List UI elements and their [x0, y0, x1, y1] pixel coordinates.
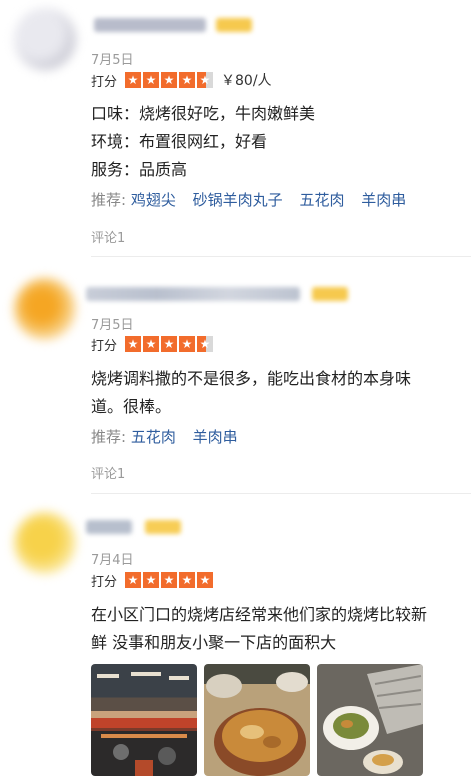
rating-label: 打分	[91, 338, 118, 354]
star-icon	[179, 571, 196, 589]
review-text-line: 烧烤调料撒的不是很多，能吃出食材的本身味	[91, 369, 412, 388]
restaurant-interior-image	[91, 672, 197, 776]
rating-row: 打分 ￥80/人	[91, 71, 272, 90]
star-icon	[161, 571, 178, 589]
username[interactable]	[86, 287, 300, 301]
recommended-dish-link[interactable]: 羊肉串	[193, 428, 238, 446]
rating-label: 打分	[91, 574, 118, 590]
star-icon	[143, 71, 160, 89]
recommended-dish-link[interactable]: 五花肉	[299, 191, 344, 209]
review-date: 7月5日	[91, 318, 134, 333]
review-photo[interactable]	[204, 664, 310, 776]
divider	[91, 256, 471, 257]
avatar[interactable]	[14, 278, 76, 340]
star-icon	[161, 71, 178, 89]
rating-row: 打分	[91, 335, 214, 354]
username[interactable]	[86, 520, 132, 534]
user-level-badge	[145, 520, 181, 534]
star-rating	[125, 335, 214, 353]
clay-pot-dish-image	[206, 672, 308, 776]
comment-count-link[interactable]: 评论1	[91, 227, 125, 246]
star-rating	[125, 71, 214, 89]
recommended-dish-link[interactable]: 五花肉	[131, 428, 176, 446]
star-icon	[125, 335, 142, 353]
recommended-dish-link[interactable]: 羊肉串	[361, 191, 406, 209]
review-text-line: 道。很棒。	[91, 397, 172, 416]
comment-count-link[interactable]: 评论1	[91, 463, 125, 482]
review-text-line: 鲜 没事和朋友小聚一下店的面积大	[91, 633, 337, 652]
half-star-icon	[197, 335, 214, 353]
recommended-dish-link[interactable]: 砂锅羊肉丸子	[193, 191, 283, 209]
recommended-dish-link[interactable]: 鸡翅尖	[131, 191, 176, 209]
avatar[interactable]	[14, 8, 76, 70]
star-icon	[197, 571, 214, 589]
user-level-badge	[312, 287, 348, 301]
review-text-line: 在小区门口的烧烤店经常来他们家的烧烤比较新	[91, 605, 428, 624]
star-rating	[125, 571, 214, 589]
review-date: 7月5日	[91, 53, 134, 68]
avatar[interactable]	[14, 512, 76, 574]
price-per-person: ￥80/人	[221, 73, 272, 89]
star-icon	[161, 335, 178, 353]
review-photo[interactable]	[317, 664, 423, 776]
star-icon	[125, 71, 142, 89]
user-level-badge	[216, 18, 252, 32]
divider	[91, 493, 471, 494]
star-icon	[143, 335, 160, 353]
recommend-label: 推荐:	[91, 191, 127, 209]
half-star-icon	[197, 71, 214, 89]
recommend-row: 推荐: 五花肉 羊肉串	[91, 426, 250, 447]
review-text-line: 服务：品质高	[91, 160, 188, 179]
star-icon	[143, 571, 160, 589]
grill-food-image	[323, 664, 423, 774]
review-date: 7月4日	[91, 553, 134, 568]
username[interactable]	[94, 18, 206, 32]
star-icon	[125, 571, 142, 589]
review-photo[interactable]	[91, 664, 197, 776]
rating-row: 打分	[91, 571, 214, 590]
review-text-line: 环境：布置很网红，好看	[91, 132, 268, 151]
star-icon	[179, 335, 196, 353]
recommend-label: 推荐:	[91, 428, 127, 446]
review-text-line: 口味：烧烤很好吃，牛肉嫩鲜美	[91, 104, 316, 123]
recommend-row: 推荐: 鸡翅尖 砂锅羊肉丸子 五花肉 羊肉串	[91, 189, 418, 210]
rating-label: 打分	[91, 74, 118, 90]
star-icon	[179, 71, 196, 89]
